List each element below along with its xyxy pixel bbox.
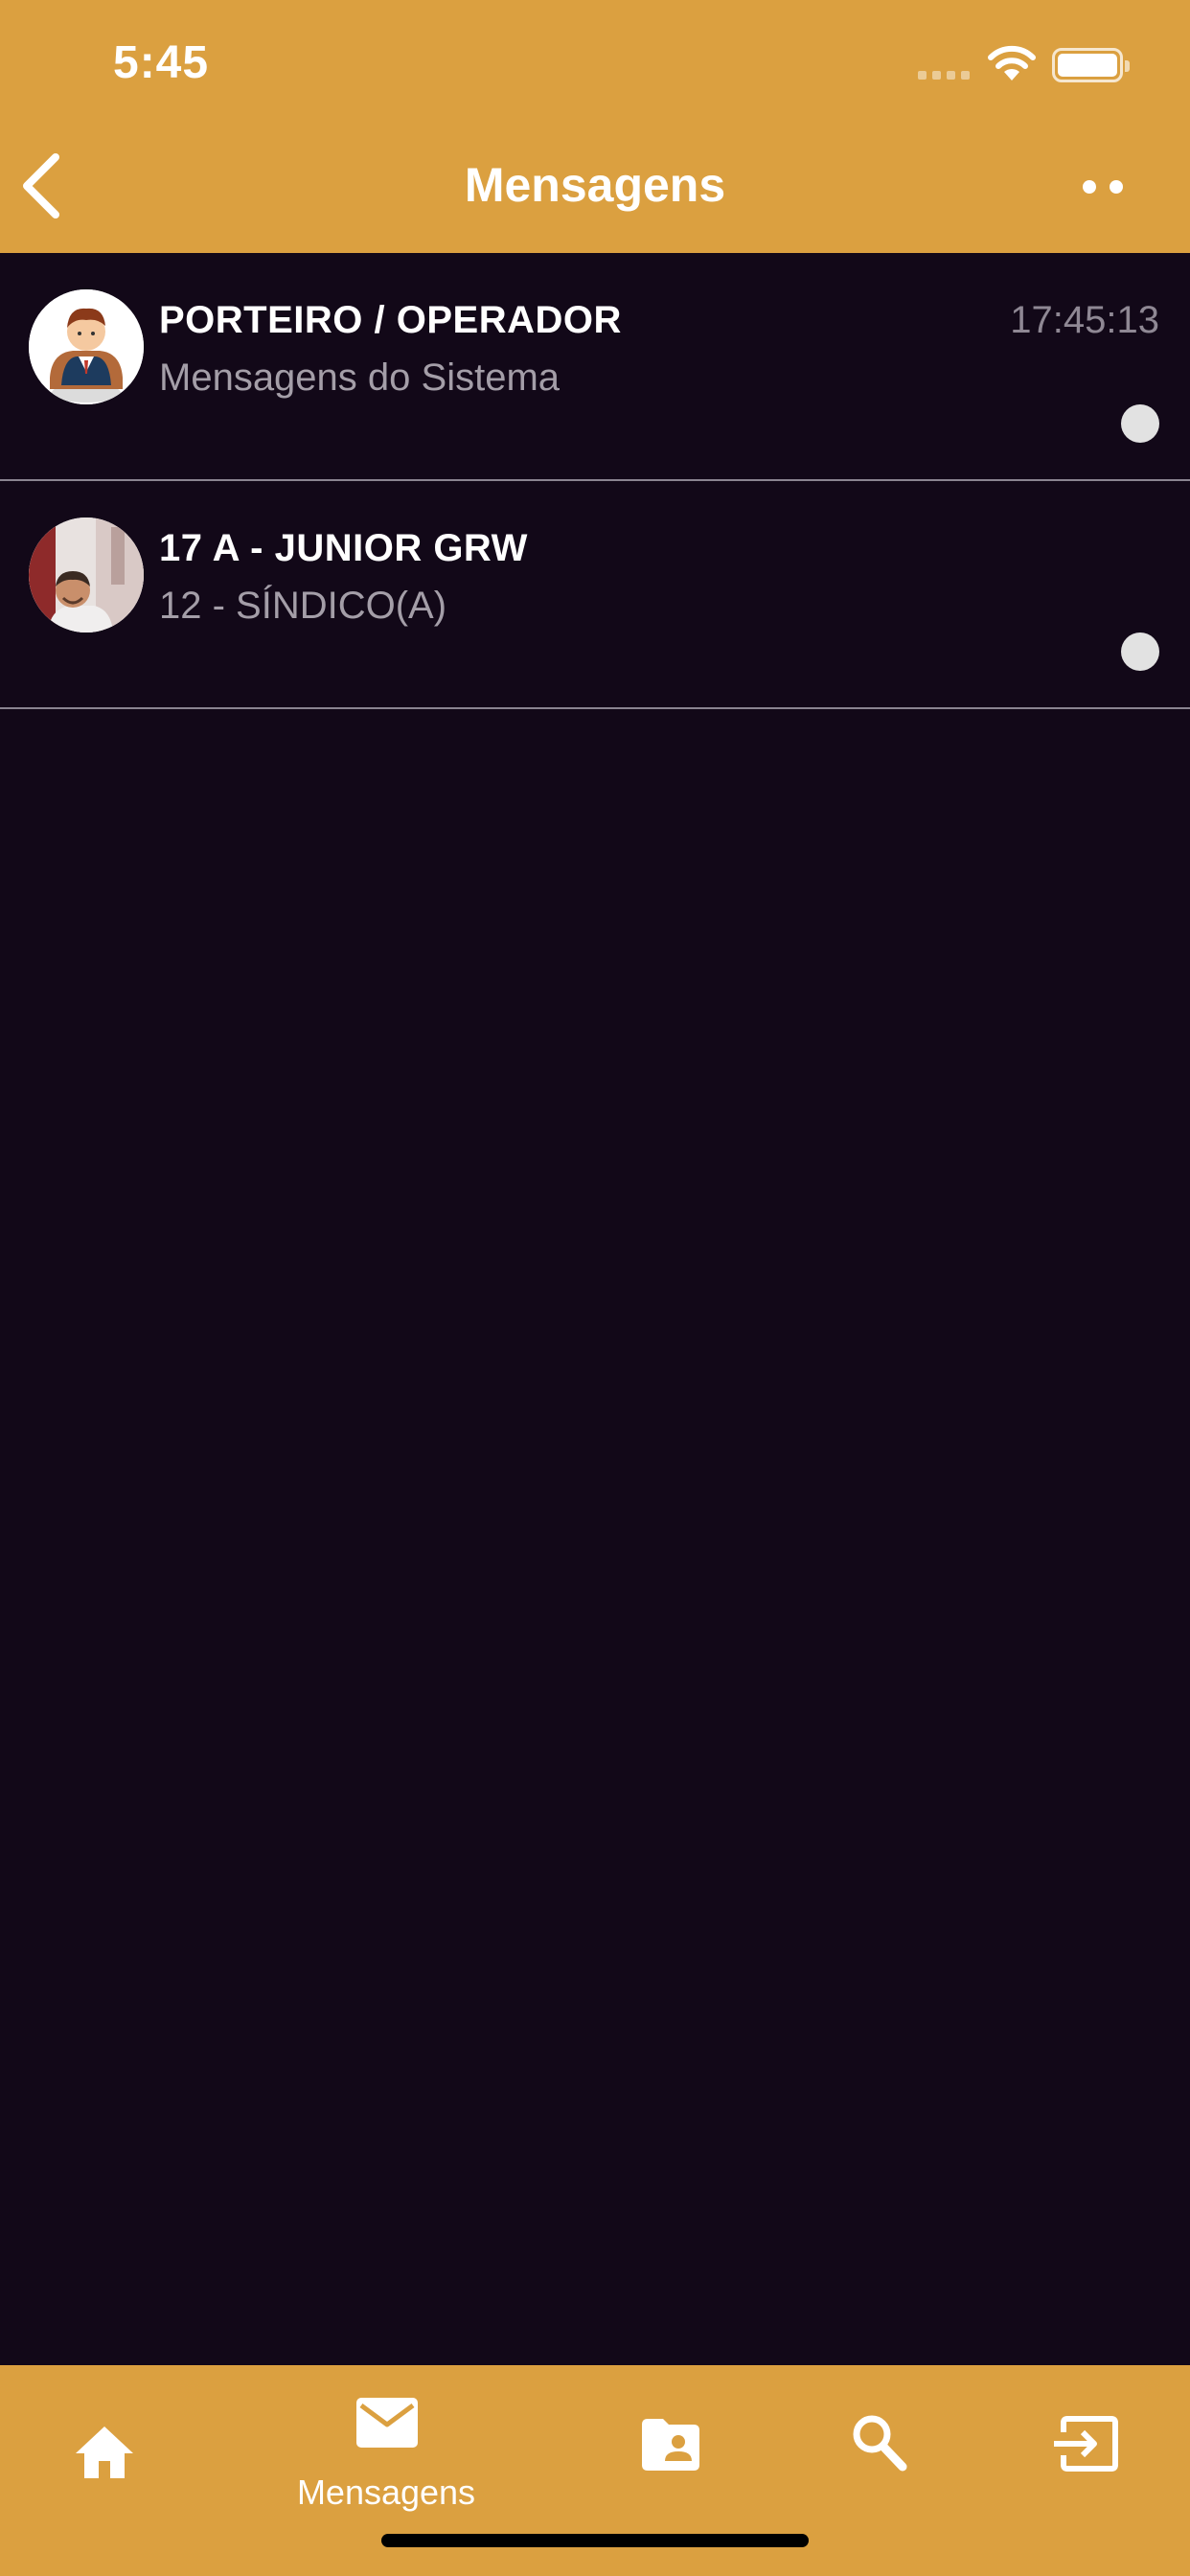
- home-icon: [76, 2426, 133, 2478]
- unread-indicator: [1121, 404, 1159, 443]
- message-row-porteiro[interactable]: PORTEIRO / OPERADOR Mensagens do Sistema…: [0, 253, 1190, 481]
- unread-indicator: [1121, 632, 1159, 671]
- message-subtitle: Mensagens do Sistema: [159, 356, 561, 399]
- doorman-avatar: [29, 289, 144, 404]
- tab-home[interactable]: [59, 2365, 149, 2528]
- more-dot-icon: [1083, 180, 1096, 194]
- exit-icon: [1054, 2416, 1118, 2472]
- user-photo-avatar: [29, 518, 144, 632]
- cellular-signal-icon: [918, 71, 970, 80]
- tab-contacts[interactable]: [632, 2365, 709, 2528]
- battery-icon: [1052, 48, 1130, 82]
- mail-icon: [356, 2398, 418, 2448]
- message-subtitle: 12 - SÍNDICO(A): [159, 585, 447, 627]
- message-list: PORTEIRO / OPERADOR Mensagens do Sistema…: [0, 253, 1190, 709]
- sender-name: 17 A - JUNIOR GRW: [159, 527, 528, 569]
- tab-label: Mensagens: [296, 2472, 476, 2512]
- tab-search[interactable]: [841, 2365, 918, 2528]
- tab-mensagens[interactable]: Mensagens: [278, 2365, 494, 2528]
- page-title: Mensagens: [464, 158, 726, 212]
- search-icon: [853, 2415, 907, 2472]
- message-row-junior[interactable]: 17 A - JUNIOR GRW 12 - SÍNDICO(A): [0, 481, 1190, 709]
- sender-name: PORTEIRO / OPERADOR: [159, 299, 622, 341]
- contact-folder-icon: [642, 2419, 699, 2471]
- tab-exit[interactable]: [1044, 2365, 1127, 2528]
- header: 5:45 Mensagens: [0, 0, 1190, 253]
- message-time: 17:45:13: [1010, 299, 1159, 341]
- more-options-button[interactable]: [1083, 180, 1123, 194]
- home-indicator: [381, 2534, 809, 2547]
- more-dot-icon: [1110, 180, 1123, 194]
- status-time: 5:45: [113, 37, 210, 88]
- wifi-icon: [988, 45, 1036, 80]
